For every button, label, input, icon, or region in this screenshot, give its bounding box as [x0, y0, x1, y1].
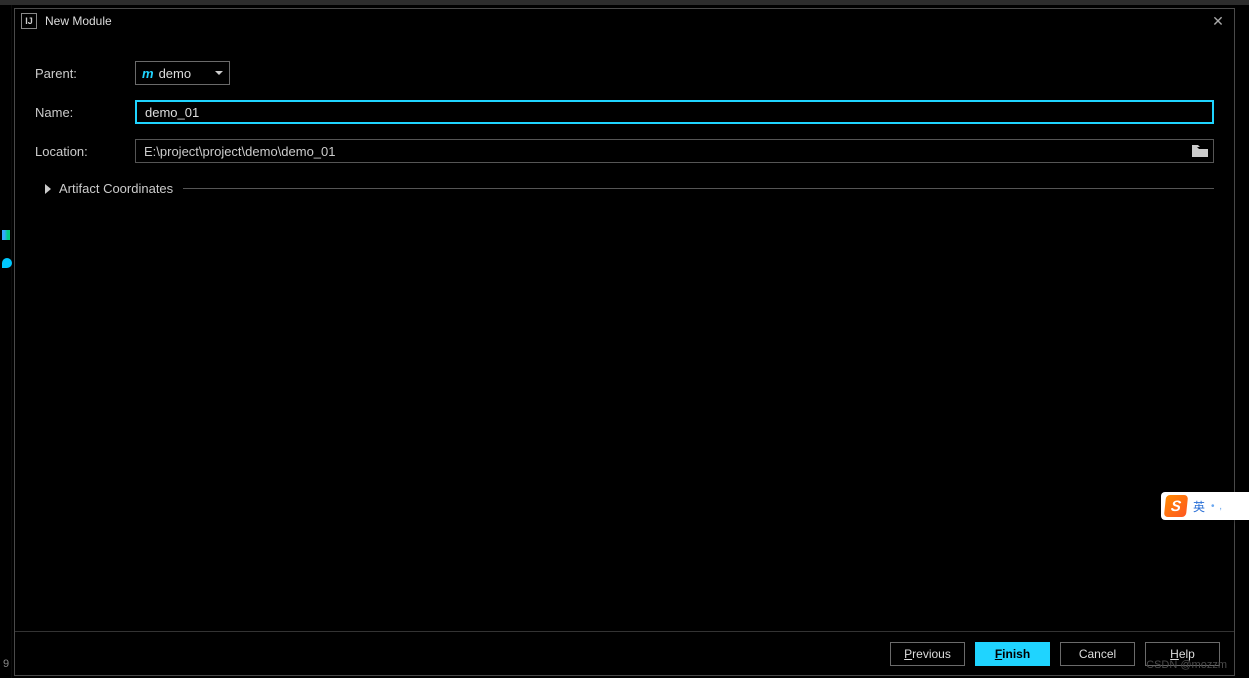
ime-more-icon: • ,	[1211, 501, 1223, 512]
help-button[interactable]: Help	[1145, 642, 1220, 666]
browse-folder-icon[interactable]	[1191, 144, 1209, 158]
parent-row: Parent: m demo	[35, 61, 1214, 85]
dialog-body: Parent: m demo Name: Location: E:\projec…	[15, 33, 1234, 631]
parent-dropdown[interactable]: m demo	[135, 61, 230, 85]
sogou-logo-icon: S	[1164, 495, 1188, 517]
parent-value: demo	[159, 66, 215, 81]
location-value: E:\project\project\demo\demo_01	[144, 144, 1191, 159]
ime-indicator[interactable]: S 英 • ,	[1161, 492, 1249, 520]
new-module-dialog: IJ New Module ✕ Parent: m demo Name: Loc…	[14, 8, 1235, 676]
location-row: Location: E:\project\project\demo\demo_0…	[35, 139, 1214, 163]
chevron-down-icon	[215, 71, 223, 75]
finish-button[interactable]: Finish	[975, 642, 1050, 666]
dialog-titlebar[interactable]: IJ New Module ✕	[15, 9, 1234, 33]
main-menu-bar	[12, 0, 1249, 5]
name-label: Name:	[35, 105, 135, 120]
dialog-title: New Module	[45, 14, 112, 28]
location-field[interactable]: E:\project\project\demo\demo_01	[135, 139, 1214, 163]
name-row: Name:	[35, 100, 1214, 124]
previous-button[interactable]: Previous	[890, 642, 965, 666]
ime-language: 英	[1193, 498, 1205, 515]
maven-module-icon: m	[142, 66, 154, 81]
dialog-footer: Previous Finish Cancel Help	[15, 631, 1234, 675]
artifact-coordinates-label: Artifact Coordinates	[59, 181, 183, 196]
gutter-number: 9	[3, 658, 9, 670]
cancel-button[interactable]: Cancel	[1060, 642, 1135, 666]
artifact-coordinates-toggle[interactable]: Artifact Coordinates	[35, 181, 1214, 196]
tool-window-icon	[2, 230, 10, 240]
location-label: Location:	[35, 144, 135, 159]
parent-label: Parent:	[35, 66, 135, 81]
tool-window-icon	[2, 258, 12, 268]
intellij-icon: IJ	[21, 13, 37, 29]
name-input[interactable]	[135, 100, 1214, 124]
ide-left-gutter: 9	[0, 0, 12, 678]
separator-line	[183, 188, 1214, 189]
expand-arrow-icon	[45, 184, 51, 194]
close-icon[interactable]: ✕	[1210, 13, 1226, 29]
